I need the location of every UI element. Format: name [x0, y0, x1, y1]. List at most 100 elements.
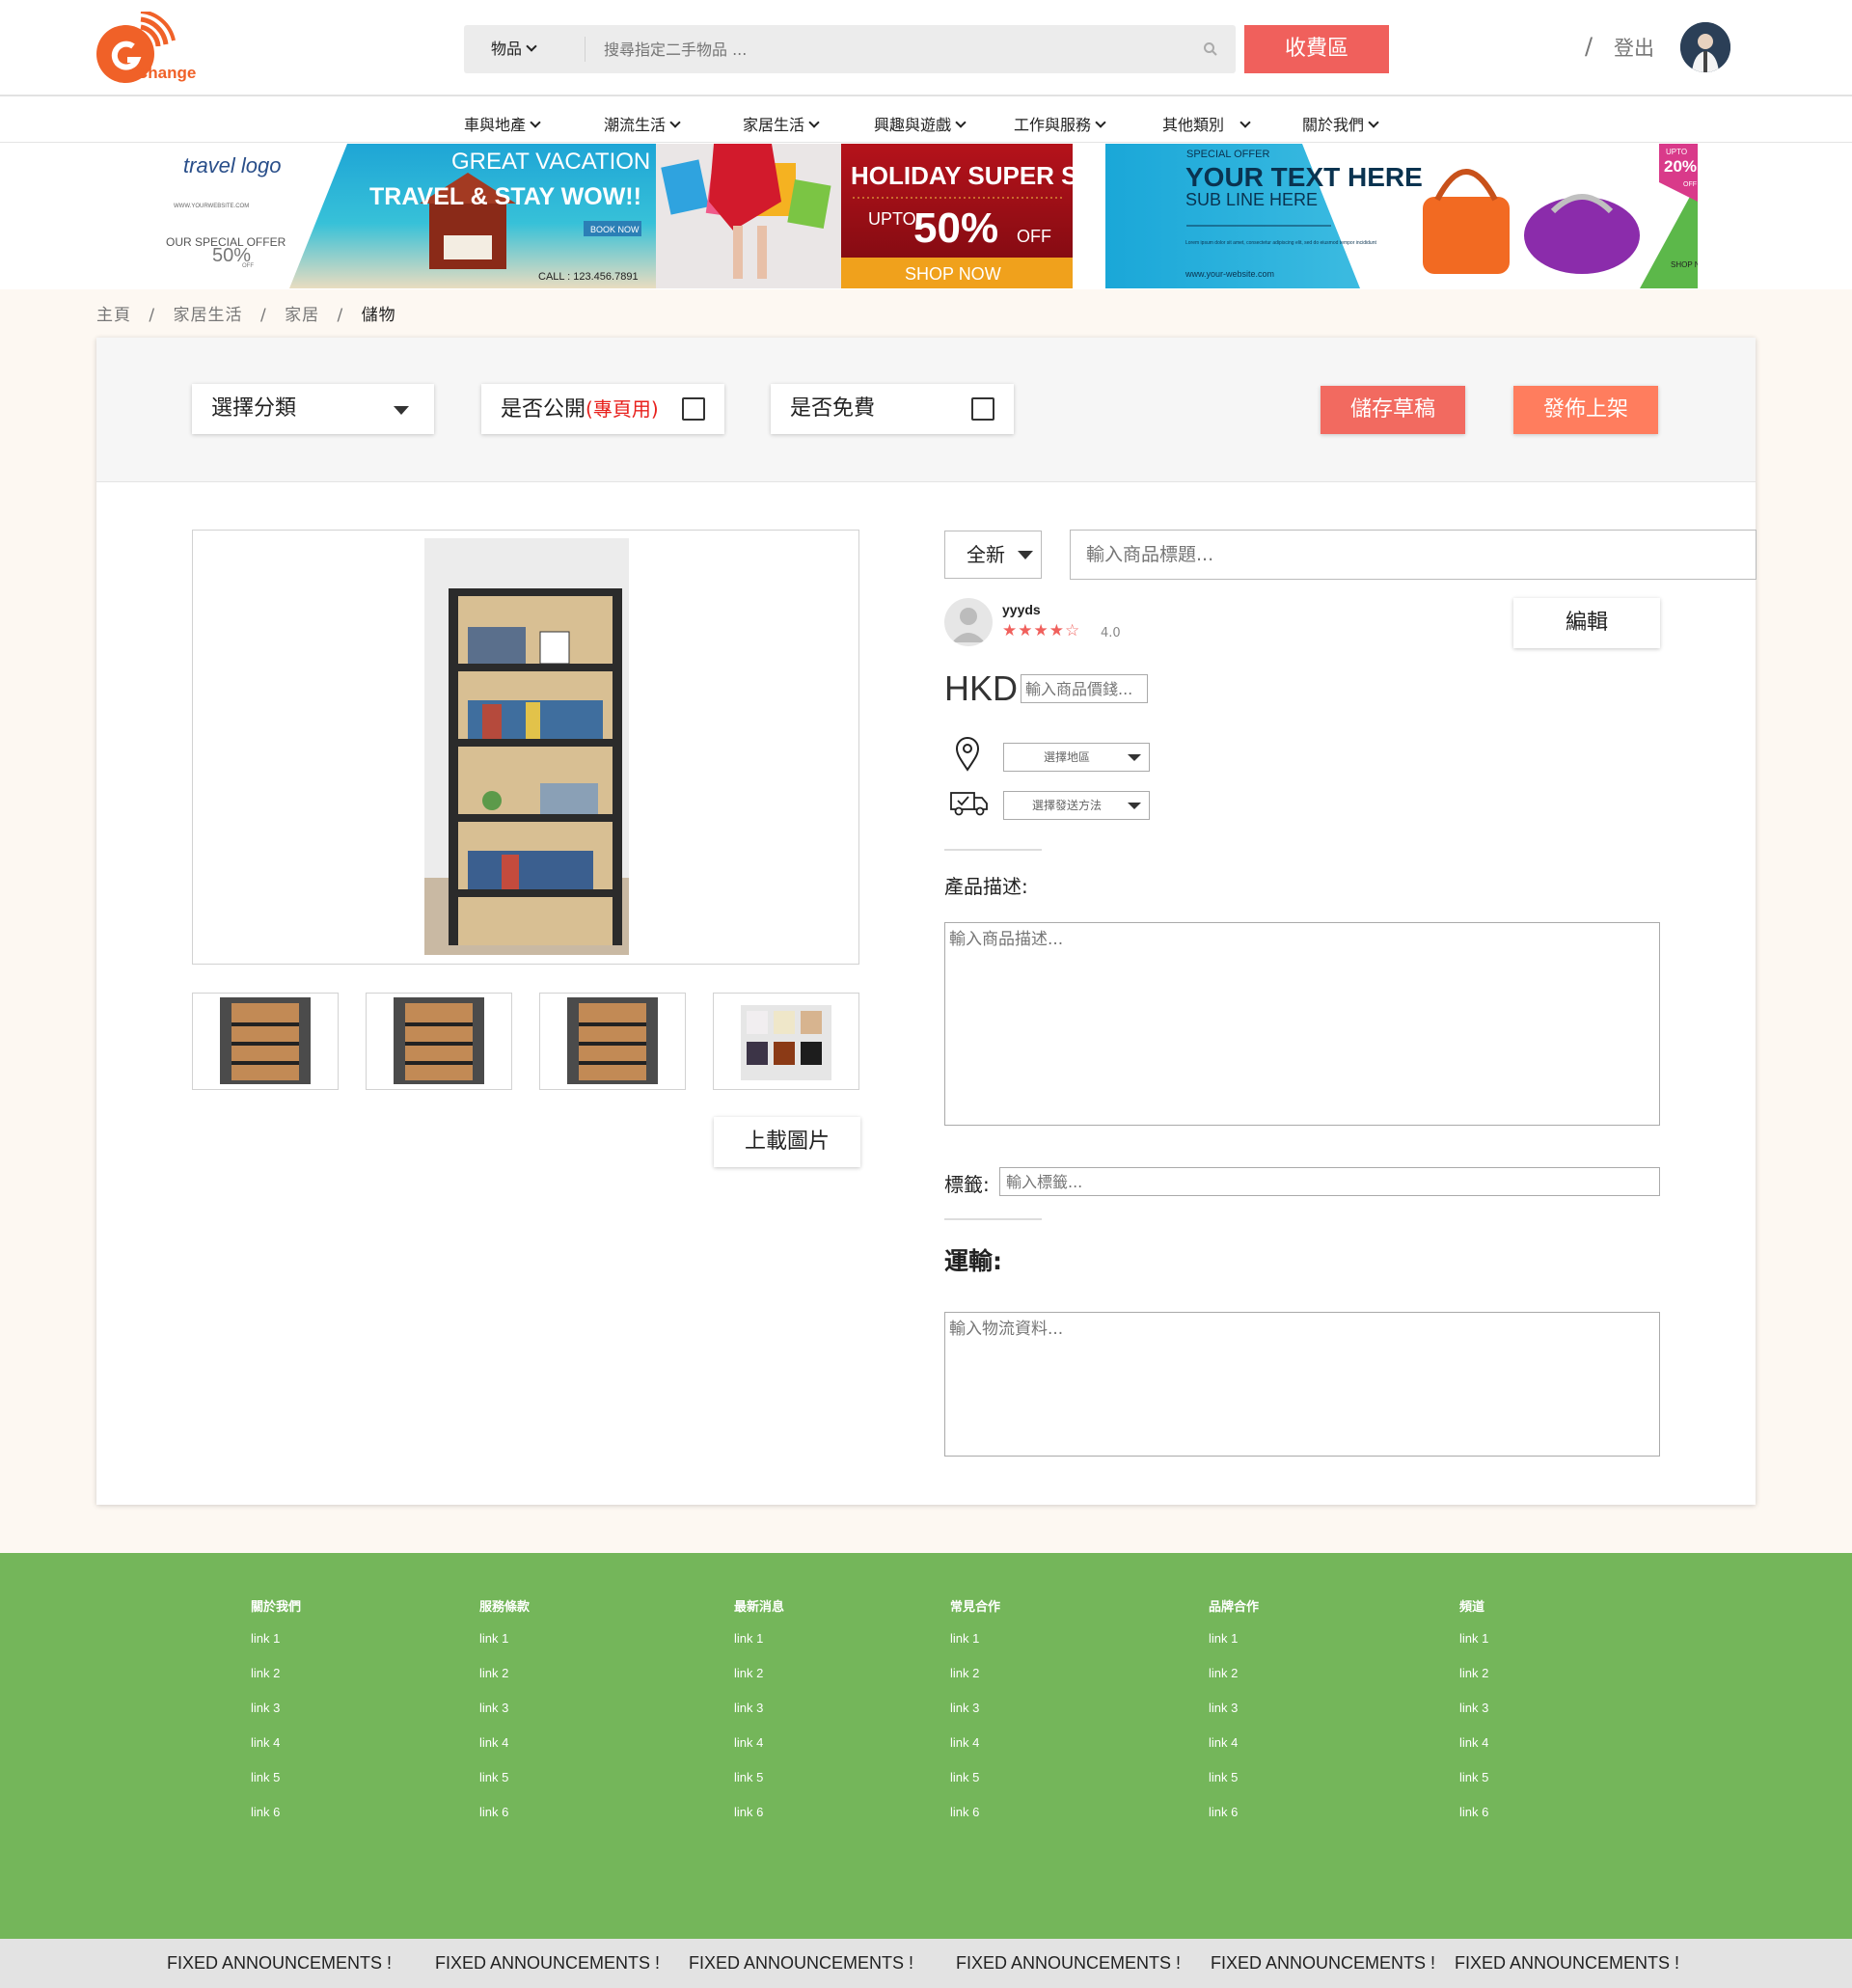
search-icon[interactable] [1203, 41, 1218, 57]
footer-link[interactable]: link 3 [734, 1701, 927, 1735]
delivery-method-select[interactable]: 選擇發送方法 [1003, 791, 1150, 820]
banner-holiday-percent: 50% [913, 204, 998, 252]
footer-link[interactable]: link 5 [1209, 1770, 1402, 1805]
footer-link[interactable]: link 4 [734, 1735, 927, 1770]
publish-button[interactable]: 發佈上架 [1513, 386, 1658, 434]
seller-name[interactable]: yyyds [1002, 602, 1041, 617]
edit-button[interactable]: 編輯 [1513, 598, 1660, 648]
thumbnail-1[interactable] [192, 993, 339, 1090]
footer-link[interactable]: link 5 [734, 1770, 927, 1805]
currency-label: HKD [944, 668, 1019, 708]
footer-link[interactable]: link 1 [251, 1631, 444, 1666]
nav-item-vehicles[interactable]: 車與地產 [464, 112, 541, 135]
nav-item-jobs[interactable]: 工作與服務 [1014, 112, 1106, 135]
footer-link[interactable]: link 1 [734, 1631, 927, 1666]
footer-link[interactable]: link 1 [1459, 1631, 1652, 1666]
footer-link[interactable]: link 3 [1209, 1701, 1402, 1735]
ad-banner-image: travel logo WWW.YOURWEBSITE.COM OUR SPEC… [154, 144, 1698, 288]
footer-link[interactable]: link 4 [1459, 1735, 1652, 1770]
thumbnail-image [220, 997, 311, 1084]
public-toggle[interactable]: 是否公開(專頁用) [481, 384, 724, 434]
thumbnail-2[interactable] [366, 993, 512, 1090]
category-nav: 車與地產 潮流生活 家居生活 興趣與遊戲 工作與服務 其他類別 關於我們 [0, 98, 1852, 143]
price-input[interactable] [1021, 674, 1148, 703]
avatar[interactable] [1680, 22, 1730, 72]
caret-down-icon [1018, 551, 1033, 559]
footer-link[interactable]: link 2 [1209, 1666, 1402, 1701]
footer-link[interactable]: link 6 [1459, 1805, 1652, 1839]
footer-link[interactable]: link 3 [479, 1701, 672, 1735]
footer-link[interactable]: link 6 [479, 1805, 672, 1839]
footer-link[interactable]: link 3 [251, 1701, 444, 1735]
footer-column-terms: 服務條款 link 1 link 2 link 3 link 4 link 5 … [479, 1596, 672, 1839]
free-checkbox[interactable] [971, 397, 994, 421]
footer-link[interactable]: link 6 [1209, 1805, 1402, 1839]
banner-bags-title: YOUR TEXT HERE [1185, 162, 1423, 192]
banner-bags-off: OFF [1683, 181, 1697, 188]
chevron-down-icon [955, 117, 967, 128]
thumbnail-4[interactable] [713, 993, 859, 1090]
footer-link[interactable]: link 2 [251, 1666, 444, 1701]
breadcrumb-separator: / [149, 306, 156, 325]
footer-link[interactable]: link 1 [1209, 1631, 1402, 1666]
main-product-image[interactable] [192, 530, 859, 965]
footer-link[interactable]: link 6 [950, 1805, 1143, 1839]
nav-item-hobbies[interactable]: 興趣與遊戲 [874, 112, 967, 135]
footer-link[interactable]: link 1 [479, 1631, 672, 1666]
public-checkbox[interactable] [682, 397, 705, 421]
ad-banner[interactable]: travel logo WWW.YOURWEBSITE.COM OUR SPEC… [154, 144, 1698, 288]
caret-down-icon [1128, 754, 1141, 761]
site-logo[interactable]: Change [95, 10, 210, 89]
region-select[interactable]: 選擇地區 [1003, 743, 1150, 772]
upload-image-button[interactable]: 上載圖片 [714, 1117, 860, 1167]
logout-link[interactable]: 登出 [1614, 33, 1654, 62]
breadcrumb-home-goods[interactable]: 家居 [285, 306, 319, 325]
search-category-select[interactable]: 物品 [491, 25, 537, 73]
footer-link[interactable]: link 6 [251, 1805, 444, 1839]
free-toggle[interactable]: 是否免費 [771, 384, 1014, 434]
seller-avatar[interactable] [944, 598, 993, 646]
footer-link[interactable]: link 6 [734, 1805, 927, 1839]
condition-select[interactable]: 全新 [944, 531, 1042, 579]
shipping-textarea[interactable] [944, 1312, 1660, 1457]
footer-link[interactable]: link 2 [1459, 1666, 1652, 1701]
site-header: Change 物品 收費區 / 登出 [0, 0, 1852, 96]
nav-item-fashion[interactable]: 潮流生活 [604, 112, 681, 135]
footer-link[interactable]: link 5 [950, 1770, 1143, 1805]
footer-link[interactable]: link 4 [1209, 1735, 1402, 1770]
footer-link[interactable]: link 2 [479, 1666, 672, 1701]
breadcrumb-home-living[interactable]: 家居生活 [174, 306, 243, 325]
caret-down-icon [394, 406, 409, 415]
save-draft-button[interactable]: 儲存草稿 [1321, 386, 1465, 434]
footer-link[interactable]: link 2 [734, 1666, 927, 1701]
footer-column-about: 關於我們 link 1 link 2 link 3 link 4 link 5 … [251, 1596, 444, 1839]
description-textarea[interactable] [944, 922, 1660, 1126]
footer-link[interactable]: link 3 [950, 1701, 1143, 1735]
category-select[interactable]: 選擇分類 [192, 384, 434, 434]
seller-rating: 4.0 [1101, 626, 1121, 640]
nav-item-about[interactable]: 關於我們 [1302, 112, 1379, 135]
product-title-input[interactable] [1070, 530, 1757, 580]
banner-holiday-off: OFF [1017, 227, 1051, 246]
nav-item-others[interactable]: 其他類別 [1162, 112, 1251, 135]
banner-travel-call: CALL : 123.456.7891 [538, 271, 639, 283]
footer-link[interactable]: link 5 [479, 1770, 672, 1805]
breadcrumb-home[interactable]: 主頁 [96, 306, 131, 325]
footer-link[interactable]: link 5 [251, 1770, 444, 1805]
announcement-item: FIXED ANNOUNCEMENTS ! [435, 1953, 661, 1973]
footer-link[interactable]: link 4 [251, 1735, 444, 1770]
footer-link[interactable]: link 1 [950, 1631, 1143, 1666]
banner-travel-book: BOOK NOW [590, 225, 640, 234]
fee-zone-button[interactable]: 收費區 [1244, 25, 1389, 73]
footer-column-title: 最新消息 [734, 1599, 785, 1614]
footer-link[interactable]: link 4 [479, 1735, 672, 1770]
logo-text: Change [136, 64, 197, 82]
footer-link[interactable]: link 5 [1459, 1770, 1652, 1805]
footer-link[interactable]: link 4 [950, 1735, 1143, 1770]
thumbnail-3[interactable] [539, 993, 686, 1090]
footer-link[interactable]: link 3 [1459, 1701, 1652, 1735]
search-input[interactable] [604, 25, 1183, 73]
footer-link[interactable]: link 2 [950, 1666, 1143, 1701]
nav-item-home-living[interactable]: 家居生活 [743, 112, 820, 135]
tags-input[interactable] [999, 1167, 1660, 1196]
